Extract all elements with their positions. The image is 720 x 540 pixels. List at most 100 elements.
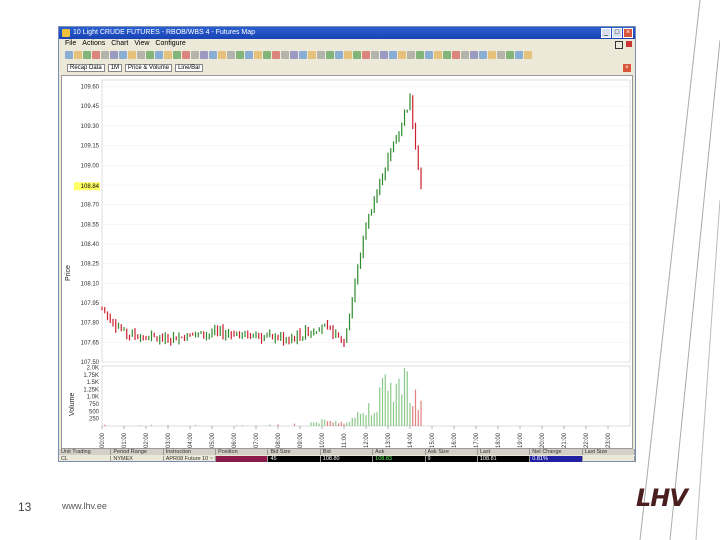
toolbar-tool-icon[interactable] [479,51,487,59]
status-value [583,456,635,462]
status-header: Ask Size [426,449,478,455]
time-tick-label: 11:00 [342,433,348,448]
toolbar-tool-icon[interactable] [173,51,181,59]
time-tick-label: 15:00 [430,432,436,448]
toolbar-tool-icon[interactable] [101,51,109,59]
menu-file[interactable]: File [65,39,76,49]
period-dropdown[interactable]: 1M [107,64,123,72]
time-tick-label: 08:00 [276,432,282,448]
toolbar-tool-icon[interactable] [164,51,172,59]
volume-axis-title: Volume [69,393,76,416]
status-header: Bid Size [268,449,321,455]
toolbar-tool-icon[interactable] [299,51,307,59]
chart-close-icon[interactable]: × [623,64,631,72]
price-pane [101,79,631,363]
toolbar-tool-icon[interactable] [227,51,235,59]
toolbar-tool-icon[interactable] [236,51,244,59]
time-tick-label: 20:00 [540,432,546,448]
toolbar-tool-icon[interactable] [254,51,262,59]
toolbar-tool-icon[interactable] [443,51,451,59]
status-header: Net Change [530,449,583,455]
toolbar-tool-icon[interactable] [452,51,460,59]
trading-window: 10 Light CRUDE FUTURES - RBOB/WBS 4 - Fu… [58,26,636,462]
time-tick-label: 16:00 [452,432,458,448]
toolbar-tool-icon[interactable] [191,51,199,59]
time-tick-label: 21:00 [562,432,568,448]
toolbar-tool-icon[interactable] [308,51,316,59]
menu-chart[interactable]: Chart [111,39,128,49]
window-title: 10 Light CRUDE FUTURES - RBOB/WBS 4 - Fu… [73,29,256,36]
footer-url[interactable]: www.lhv.ee [62,501,107,511]
menu-view[interactable]: View [134,39,149,49]
volume-tick-label: 1.5K [87,380,99,386]
toolbar-tool-icon[interactable] [434,51,442,59]
toolbar-tool-icon[interactable] [137,51,145,59]
close-button[interactable]: × [623,28,633,38]
toolbar-tool-icon[interactable] [353,51,361,59]
toolbar-tool-icon[interactable] [200,51,208,59]
status-value: 0.81% [530,456,583,462]
price-tick-label: 107.95 [81,301,100,307]
toolbar-tool-icon[interactable] [317,51,325,59]
volume-tick-label: 750 [89,402,100,408]
status-value: 108.83 [373,456,426,462]
toolbar-tool-icon[interactable] [344,51,352,59]
toolbar-tool-icon[interactable] [524,51,532,59]
menu-actions[interactable]: Actions [82,39,105,49]
toolbar-tool-icon[interactable] [281,51,289,59]
toolbar-tool-icon[interactable] [272,51,280,59]
toolbar-tool-icon[interactable] [425,51,433,59]
price-tick-label: 108.55 [81,222,100,228]
toolbar-tool-icon[interactable] [218,51,226,59]
mdi-close-icon[interactable] [626,41,632,47]
toolbar-tool-icon[interactable] [146,51,154,59]
chart-area[interactable]: 109.60109.45109.30109.15109.00108.85108.… [61,75,633,449]
toolbar-tool-icon[interactable] [407,51,415,59]
toolbar-tool-icon[interactable] [65,51,73,59]
study-dropdown[interactable]: Price & Volume [125,64,173,72]
toolbar-tool-icon[interactable] [245,51,253,59]
toolbar-tool-icon[interactable] [326,51,334,59]
minimize-button[interactable]: _ [601,28,611,38]
toolbar-tool-icon[interactable] [488,51,496,59]
chart-style-dropdown[interactable]: Line/Bar [175,64,204,72]
toolbar-tool-icon[interactable] [209,51,217,59]
toolbar-tool-icon[interactable] [416,51,424,59]
data-source-dropdown[interactable]: Recap Data [67,64,105,72]
toolbar-tool-icon[interactable] [290,51,298,59]
volume-tick-label: 1.0K [87,395,99,401]
mdi-restore-icon[interactable] [615,41,623,49]
status-header: Bid [321,449,374,455]
toolbar-tool-icon[interactable] [506,51,514,59]
toolbar-tool-icon[interactable] [398,51,406,59]
volume-tick-label: 1.75K [83,373,99,379]
toolbar-tool-icon[interactable] [119,51,127,59]
toolbar-tool-icon[interactable] [515,51,523,59]
price-tick-label: 108.10 [81,281,100,287]
toolbar-tool-icon[interactable] [461,51,469,59]
toolbar-tool-icon[interactable] [380,51,388,59]
toolbar-tool-icon[interactable] [155,51,163,59]
toolbar-tool-icon[interactable] [335,51,343,59]
menu-configure[interactable]: Configure [155,39,185,49]
toolbar-tool-icon[interactable] [497,51,505,59]
toolbar-tool-icon[interactable] [128,51,136,59]
toolbar-tool-icon[interactable] [182,51,190,59]
quote-statusbar: Unit Trading Period Range Instruction Posit… [59,449,635,463]
toolbar-tool-icon[interactable] [83,51,91,59]
toolbar-tool-icon[interactable] [74,51,82,59]
price-tick-label: 108.70 [81,203,100,209]
toolbar-tool-icon[interactable] [371,51,379,59]
price-volume-chart[interactable]: 109.60109.45109.30109.15109.00108.85108.… [62,76,634,450]
toolbar-tool-icon[interactable] [470,51,478,59]
window-titlebar[interactable]: 10 Light CRUDE FUTURES - RBOB/WBS 4 - Fu… [59,27,635,39]
toolbar-tool-icon[interactable] [362,51,370,59]
status-value: NYMEX [111,456,164,462]
toolbar-tool-icon[interactable] [389,51,397,59]
maximize-button[interactable]: □ [612,28,622,38]
status-header: Unit Trading [59,449,112,455]
volume-tick-label: 2.0K [87,365,99,371]
toolbar-tool-icon[interactable] [92,51,100,59]
toolbar-tool-icon[interactable] [110,51,118,59]
toolbar-tool-icon[interactable] [263,51,271,59]
